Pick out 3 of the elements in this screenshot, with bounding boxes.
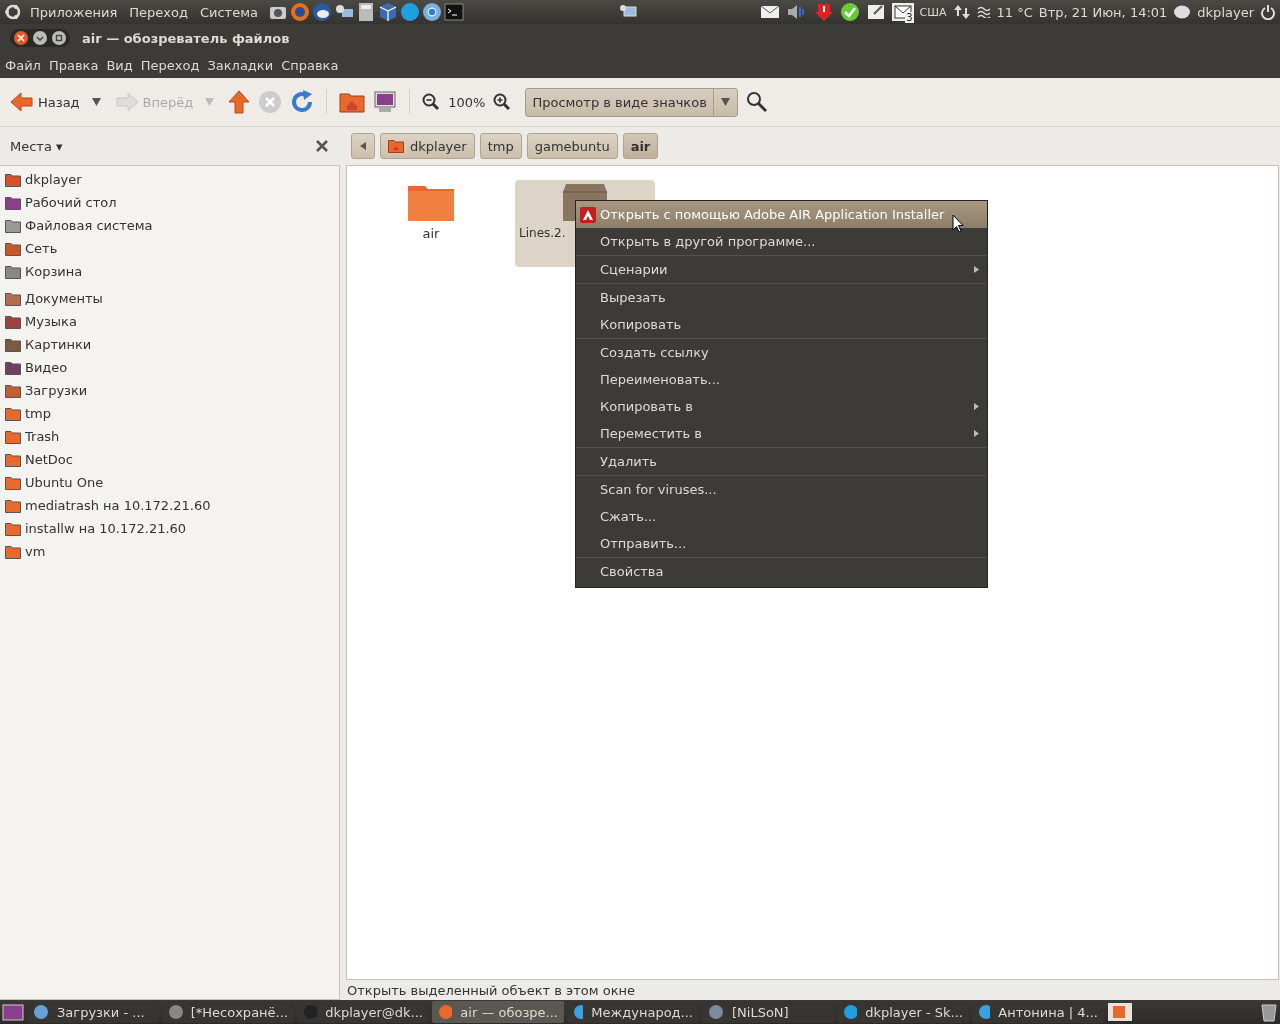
window-title: air — обозреватель файлов [82, 30, 290, 46]
status-bar-text: Открыть выделенный объект в этом окне [346, 981, 636, 1000]
zoom-level: 100% [448, 94, 486, 110]
